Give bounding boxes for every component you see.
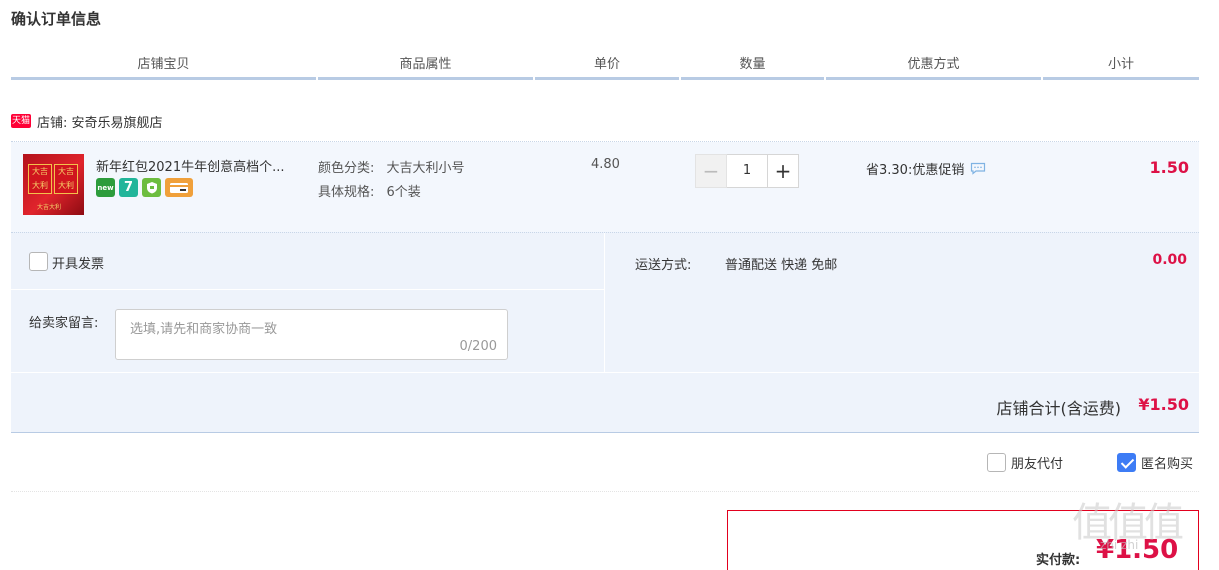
product-thumbnail[interactable]: 大吉大利 大吉大利 大吉大利 xyxy=(23,154,84,215)
new-icon[interactable]: new xyxy=(96,178,115,197)
message-placeholder: 选填,请先和商家协商一致 xyxy=(130,322,278,337)
anonymous-option[interactable]: 匿名购买 xyxy=(1117,453,1193,472)
pay-label: 实付款: xyxy=(1036,553,1081,568)
product-title[interactable]: 新年红包2021牛年创意高档个... xyxy=(96,156,316,175)
item-subtotal: 1.50 xyxy=(1149,158,1189,177)
promo-text: 省3.30:优惠促销 xyxy=(866,163,965,178)
anonymous-checkbox[interactable] xyxy=(1117,453,1136,472)
promo-info: 省3.30:优惠促销 xyxy=(866,159,986,178)
divider xyxy=(11,491,1199,492)
attr-color-label: 颜色分类: xyxy=(318,161,375,176)
thumb-envelope: 大吉大利 xyxy=(28,164,52,194)
seller-message-input[interactable]: 选填,请先和商家协商一致 0/200 xyxy=(115,309,508,360)
attr-color-value: 大吉大利小号 xyxy=(386,161,465,176)
unit-price: 4.80 xyxy=(591,157,620,172)
service-badges: new 7 xyxy=(96,178,193,197)
message-label: 给卖家留言: xyxy=(29,316,99,331)
decrease-button[interactable]: − xyxy=(695,154,727,188)
shop-line: 天猫 店铺: 安奇乐易旗舰店 xyxy=(11,108,163,134)
payment-summary: 实付款: ¥1.50 xyxy=(727,510,1199,570)
quantity-input[interactable]: 1 xyxy=(727,154,767,188)
increase-button[interactable]: + xyxy=(767,154,799,188)
thumb-envelope: 大吉大利 xyxy=(54,164,78,194)
col-unit-price: 单价 xyxy=(535,54,679,80)
invoice-checkbox[interactable] xyxy=(29,252,48,271)
page-title: 确认订单信息 xyxy=(11,10,102,28)
col-attributes: 商品属性 xyxy=(318,54,533,80)
col-discount: 优惠方式 xyxy=(826,54,1041,80)
shield-icon[interactable] xyxy=(142,178,161,197)
attr-color: 颜色分类: 大吉大利小号 xyxy=(318,157,465,176)
card-icon[interactable] xyxy=(165,178,193,197)
shipping-label: 运送方式: xyxy=(635,258,692,273)
col-quantity: 数量 xyxy=(681,54,824,80)
chat-bubble-icon[interactable] xyxy=(970,162,986,175)
order-options-panel: 开具发票 给卖家留言: 选填,请先和商家协商一致 0/200 运送方式: 普通配… xyxy=(11,232,1199,373)
attr-spec-value: 6个装 xyxy=(386,185,421,200)
shop-total-label: 店铺合计(含运费) xyxy=(996,399,1122,418)
attr-spec: 具体规格: 6个装 xyxy=(318,181,421,200)
seven-day-return-icon[interactable]: 7 xyxy=(119,178,138,197)
order-item-row: 大吉大利 大吉大利 大吉大利 新年红包2021牛年创意高档个... new 7 … xyxy=(11,142,1199,232)
divider xyxy=(604,233,605,373)
friend-pay-checkbox[interactable] xyxy=(987,453,1006,472)
invoice-label[interactable]: 开具发票 xyxy=(52,253,104,272)
pay-amount: ¥1.50 xyxy=(1096,535,1179,565)
quantity-stepper: − 1 + xyxy=(695,154,799,188)
shipping-method: 普通配送 快递 免邮 xyxy=(725,258,838,273)
message-char-count: 0/200 xyxy=(459,339,497,354)
thumb-caption: 大吉大利 xyxy=(37,204,62,211)
shop-total-bar: 店铺合计(含运费) ¥1.50 xyxy=(11,372,1199,433)
shipping-fee: 0.00 xyxy=(1152,252,1187,268)
anonymous-label[interactable]: 匿名购买 xyxy=(1141,453,1193,472)
attr-spec-label: 具体规格: xyxy=(318,185,375,200)
column-header: 店铺宝贝 商品属性 单价 数量 优惠方式 小计 xyxy=(11,54,1199,80)
shop-total-value: ¥1.50 xyxy=(1138,395,1189,414)
col-subtotal: 小计 xyxy=(1043,54,1199,80)
friend-pay-label[interactable]: 朋友代付 xyxy=(1011,453,1063,472)
tmall-icon: 天猫 xyxy=(11,114,31,128)
col-shop-item: 店铺宝贝 xyxy=(11,54,316,80)
friend-pay-option[interactable]: 朋友代付 xyxy=(987,453,1063,472)
shop-name[interactable]: 店铺: 安奇乐易旗舰店 xyxy=(37,112,163,131)
